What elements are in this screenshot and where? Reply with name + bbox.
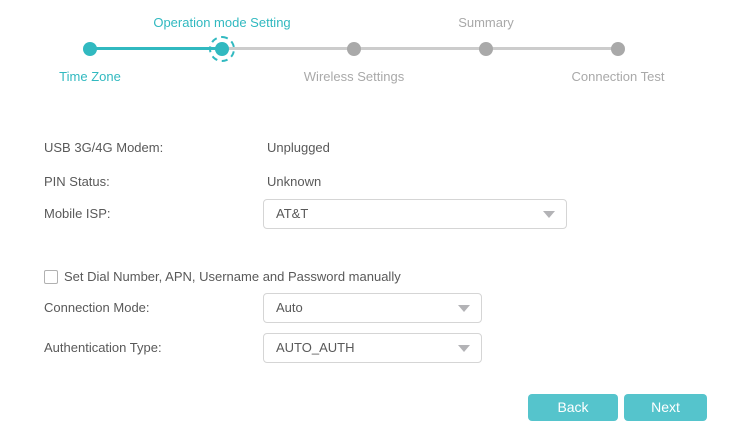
connection-mode-label: Connection Mode: bbox=[44, 300, 150, 316]
connection-mode-select[interactable]: Auto bbox=[263, 293, 482, 323]
manual-settings-checkbox[interactable] bbox=[44, 270, 58, 284]
step-label-wireless-settings: Wireless Settings bbox=[304, 69, 404, 84]
mobile-isp-select[interactable]: AT&T bbox=[263, 199, 567, 229]
step-label-connection-test: Connection Test bbox=[572, 69, 665, 84]
step-dot-connection-test bbox=[611, 42, 625, 56]
step-dot-wireless-settings bbox=[347, 42, 361, 56]
chevron-down-icon bbox=[543, 211, 555, 218]
step-label-time-zone: Time Zone bbox=[59, 69, 121, 84]
stepper-track-completed bbox=[90, 47, 222, 50]
quick-setup-wizard-page: Time Zone Operation mode Setting Wireles… bbox=[0, 0, 730, 444]
mobile-isp-label: Mobile ISP: bbox=[44, 206, 110, 222]
step-dot-operation-mode bbox=[215, 42, 229, 56]
chevron-down-icon bbox=[458, 345, 470, 352]
manual-settings-checkbox-label[interactable]: Set Dial Number, APN, Username and Passw… bbox=[64, 269, 401, 284]
usb-modem-value: Unplugged bbox=[267, 140, 330, 156]
next-button[interactable]: Next bbox=[624, 394, 707, 421]
auth-type-select[interactable]: AUTO_AUTH bbox=[263, 333, 482, 363]
connection-mode-selected-value: Auto bbox=[276, 300, 303, 315]
back-button[interactable]: Back bbox=[528, 394, 618, 421]
usb-modem-label: USB 3G/4G Modem: bbox=[44, 140, 163, 156]
pin-status-label: PIN Status: bbox=[44, 174, 110, 190]
wizard-stepper: Time Zone Operation mode Setting Wireles… bbox=[0, 0, 730, 100]
step-label-summary: Summary bbox=[458, 15, 514, 30]
auth-type-label: Authentication Type: bbox=[44, 340, 162, 356]
pin-status-value: Unknown bbox=[267, 174, 321, 190]
chevron-down-icon bbox=[458, 305, 470, 312]
step-dot-summary bbox=[479, 42, 493, 56]
step-dot-time-zone bbox=[83, 42, 97, 56]
step-label-operation-mode: Operation mode Setting bbox=[153, 15, 290, 30]
mobile-isp-selected-value: AT&T bbox=[276, 206, 308, 221]
auth-type-selected-value: AUTO_AUTH bbox=[276, 340, 355, 355]
stepper-track-remaining bbox=[222, 47, 618, 50]
